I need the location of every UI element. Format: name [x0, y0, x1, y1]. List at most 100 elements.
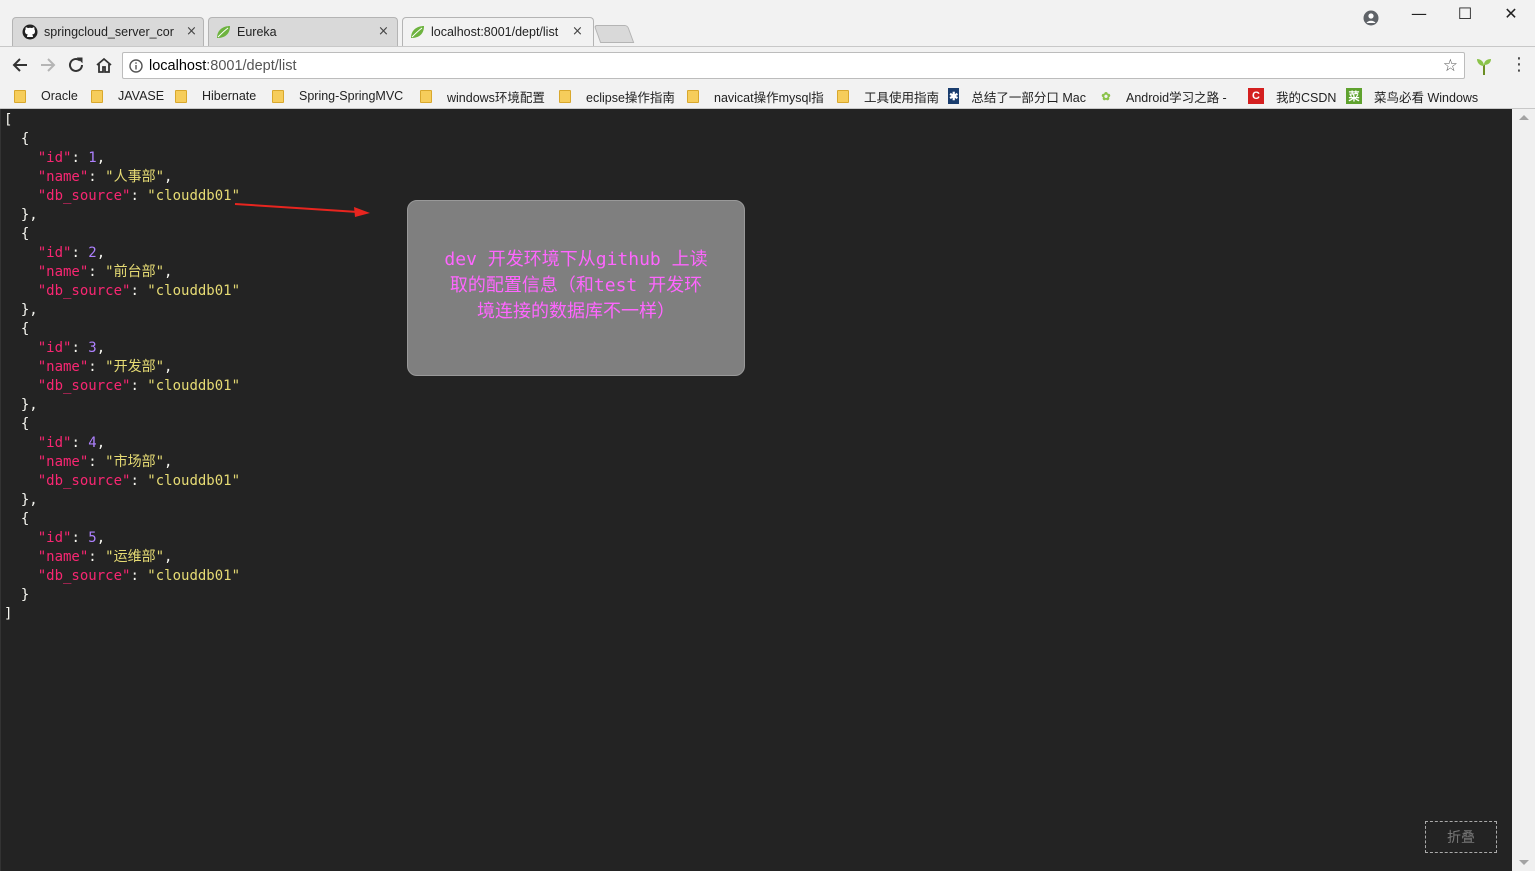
annotation-note: dev 开发环境下从github 上读 取的配置信息（和test 开发环 境连接…	[407, 200, 745, 376]
json-token: ,	[164, 359, 173, 375]
json-field-db-source: "db_source": "clouddb01"	[4, 472, 240, 491]
json-token: {	[4, 321, 30, 337]
json-token: },	[4, 207, 38, 223]
bookmark-star-icon[interactable]: ☆	[1443, 56, 1458, 76]
tab-springcloud[interactable]: springcloud_server_cor ×	[22, 18, 200, 46]
annotation-line: 境连接的数据库不一样）	[477, 301, 675, 322]
json-token: ,	[96, 435, 106, 451]
json-token: ,	[164, 454, 173, 470]
bookmark-runoob[interactable]: 菜菜鸟必看 Windows	[1346, 86, 1486, 106]
bookmark-javase[interactable]: JAVASE	[91, 86, 164, 106]
bookmark-oracle[interactable]: Oracle	[14, 86, 78, 106]
json-value: 人事部	[113, 169, 156, 185]
json-object-close: },	[4, 491, 240, 510]
json-token: "	[155, 264, 165, 280]
json-object-close: },	[4, 206, 240, 225]
json-object-open: {	[4, 130, 240, 149]
close-tab-icon[interactable]: ×	[186, 18, 197, 46]
folder-icon	[559, 89, 571, 103]
info-icon[interactable]	[123, 58, 149, 73]
address-bar[interactable]: localhost :8001/dept/list ☆	[122, 52, 1465, 79]
bookmark-tools[interactable]: 工具使用指南	[837, 86, 939, 106]
forward-button[interactable]	[36, 53, 60, 77]
json-token: :	[88, 454, 106, 470]
json-field-name: "name": "人事部",	[4, 168, 240, 187]
json-token: },	[4, 492, 38, 508]
scroll-down-icon[interactable]	[1519, 860, 1529, 865]
bookmark-mac[interactable]: ✱ 总结了一部分口 Mac	[948, 86, 1086, 106]
json-token: "	[105, 454, 114, 470]
json-value: clouddb01	[155, 188, 232, 204]
minimize-button[interactable]: —	[1404, 4, 1434, 23]
spring-leaf-icon	[217, 26, 230, 38]
forward-arrow-icon	[41, 58, 56, 72]
bookmark-label: navicat操作mysql指	[714, 90, 824, 105]
bookmark-label: 工具使用指南	[864, 90, 940, 105]
back-arrow-icon	[12, 58, 27, 72]
new-tab-button[interactable]	[593, 25, 635, 43]
tab-dept-list[interactable]: localhost:8001/dept/list ×	[409, 18, 589, 46]
json-field-db-source: "db_source": "clouddb01"	[4, 377, 240, 396]
json-token: {	[4, 226, 30, 242]
folder-icon	[687, 89, 699, 103]
json-value: 4	[88, 435, 97, 451]
json-value: "name"	[37, 264, 89, 280]
fold-button[interactable]: 折叠	[1425, 821, 1497, 853]
vertical-scrollbar[interactable]	[1512, 109, 1535, 871]
bookmark-windows-env[interactable]: windows环境配置	[420, 86, 545, 106]
json-token: "	[147, 283, 156, 299]
json-object-open: {	[4, 320, 240, 339]
annotation-arrow	[234, 203, 370, 217]
json-token: {	[4, 416, 30, 432]
json-open-bracket: [	[4, 111, 240, 130]
close-window-button[interactable]: ✕	[1496, 4, 1526, 23]
extension-sprout-icon[interactable]	[1474, 56, 1494, 76]
bookmark-android[interactable]: ✿ Android学习之路 -	[1098, 86, 1238, 106]
json-token: ,	[164, 549, 173, 565]
bookmark-navicat[interactable]: navicat操作mysql指	[687, 86, 824, 106]
json-token: "	[155, 169, 165, 185]
maximize-button[interactable]: ☐	[1450, 4, 1480, 23]
bookmark-label: Spring-SpringMVC	[299, 89, 404, 103]
tab-eureka[interactable]: Eureka ×	[215, 18, 393, 46]
annotation-line: dev 开发环境下从github 上读	[444, 249, 708, 270]
bookmark-csdn[interactable]: C 我的CSDN	[1248, 86, 1336, 106]
bookmark-hibernate[interactable]: Hibernate	[175, 86, 256, 106]
json-token: "	[155, 549, 165, 565]
json-field-name: "name": "市场部",	[4, 453, 240, 472]
json-token: :	[88, 264, 106, 280]
bookmark-spring[interactable]: Spring-SpringMVC	[272, 86, 403, 106]
json-value: clouddb01	[155, 283, 232, 299]
json-token: ,	[96, 245, 106, 261]
json-field-name: "name": "运维部",	[4, 548, 240, 567]
json-value: "id"	[37, 530, 72, 546]
home-button[interactable]	[92, 53, 116, 77]
annotation-line: 取的配置信息（和test 开发环	[449, 275, 703, 296]
json-value: 3	[88, 340, 97, 356]
reload-button[interactable]	[64, 53, 88, 77]
github-icon	[22, 24, 38, 40]
json-value: "db_source"	[37, 283, 131, 299]
json-field-id: "id": 1,	[4, 149, 240, 168]
bookmark-eclipse[interactable]: eclipse操作指南	[559, 86, 675, 106]
tab-title: localhost:8001/dept/list	[431, 25, 559, 39]
back-button[interactable]	[8, 53, 32, 77]
profile-icon[interactable]	[1363, 10, 1379, 26]
json-close-bracket: ]	[4, 605, 240, 624]
json-value: "db_source"	[37, 473, 131, 489]
json-value: clouddb01	[155, 473, 232, 489]
json-token: "	[231, 473, 241, 489]
close-tab-icon[interactable]: ×	[378, 18, 389, 46]
scroll-up-icon[interactable]	[1519, 115, 1529, 120]
json-token: :	[130, 283, 148, 299]
bookmark-label: 总结了一部分口 Mac	[971, 90, 1086, 105]
menu-kebab-icon[interactable]: ⋮	[1510, 55, 1528, 75]
site-icon: 菜	[1346, 88, 1362, 104]
json-value: "name"	[37, 454, 89, 470]
json-value: "name"	[37, 169, 89, 185]
json-token: }	[4, 587, 30, 603]
close-tab-icon[interactable]: ×	[572, 18, 583, 46]
